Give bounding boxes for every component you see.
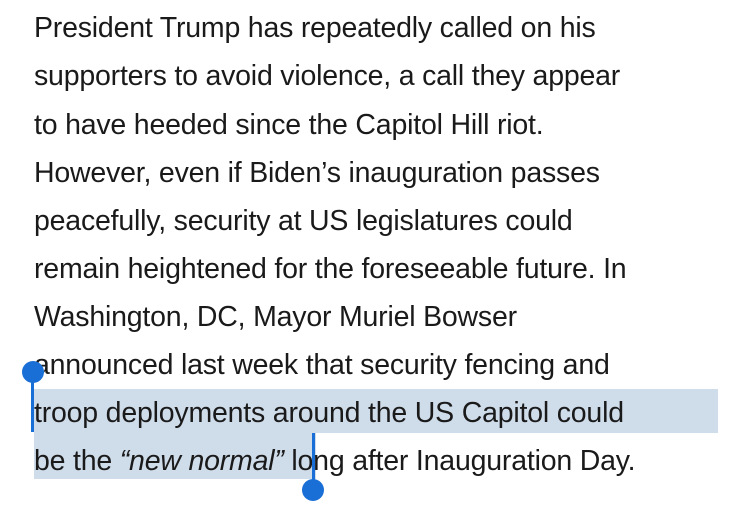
selected-paragraph-line[interactable]: be the “new normal” long after Inaugurat…: [34, 437, 636, 485]
paragraph-line[interactable]: However, even if Biden’s inauguration pa…: [34, 149, 600, 197]
line-text: be the: [34, 445, 120, 477]
paragraph-line[interactable]: announced last week that security fencin…: [34, 341, 610, 389]
line-text: long after Inauguration Day.: [283, 445, 636, 477]
paragraph-line[interactable]: peacefully, security at US legislatures …: [34, 197, 573, 245]
selection-end-handle[interactable]: [302, 479, 324, 501]
paragraph-line[interactable]: to have heeded since the Capitol Hill ri…: [34, 101, 544, 149]
paragraph-line[interactable]: Washington, DC, Mayor Muriel Bowser: [34, 293, 517, 341]
paragraph-line[interactable]: President Trump has repeatedly called on…: [34, 4, 596, 52]
paragraph-line[interactable]: remain heightened for the foreseeable fu…: [34, 245, 627, 293]
paragraph-line[interactable]: supporters to avoid violence, a call the…: [34, 52, 620, 100]
italic-quote: “new normal”: [119, 445, 284, 477]
selected-paragraph-line[interactable]: troop deployments around the US Capitol …: [34, 389, 624, 437]
selection-start-handle[interactable]: [22, 361, 44, 383]
article-body: President Trump has repeatedly called on…: [0, 0, 750, 506]
